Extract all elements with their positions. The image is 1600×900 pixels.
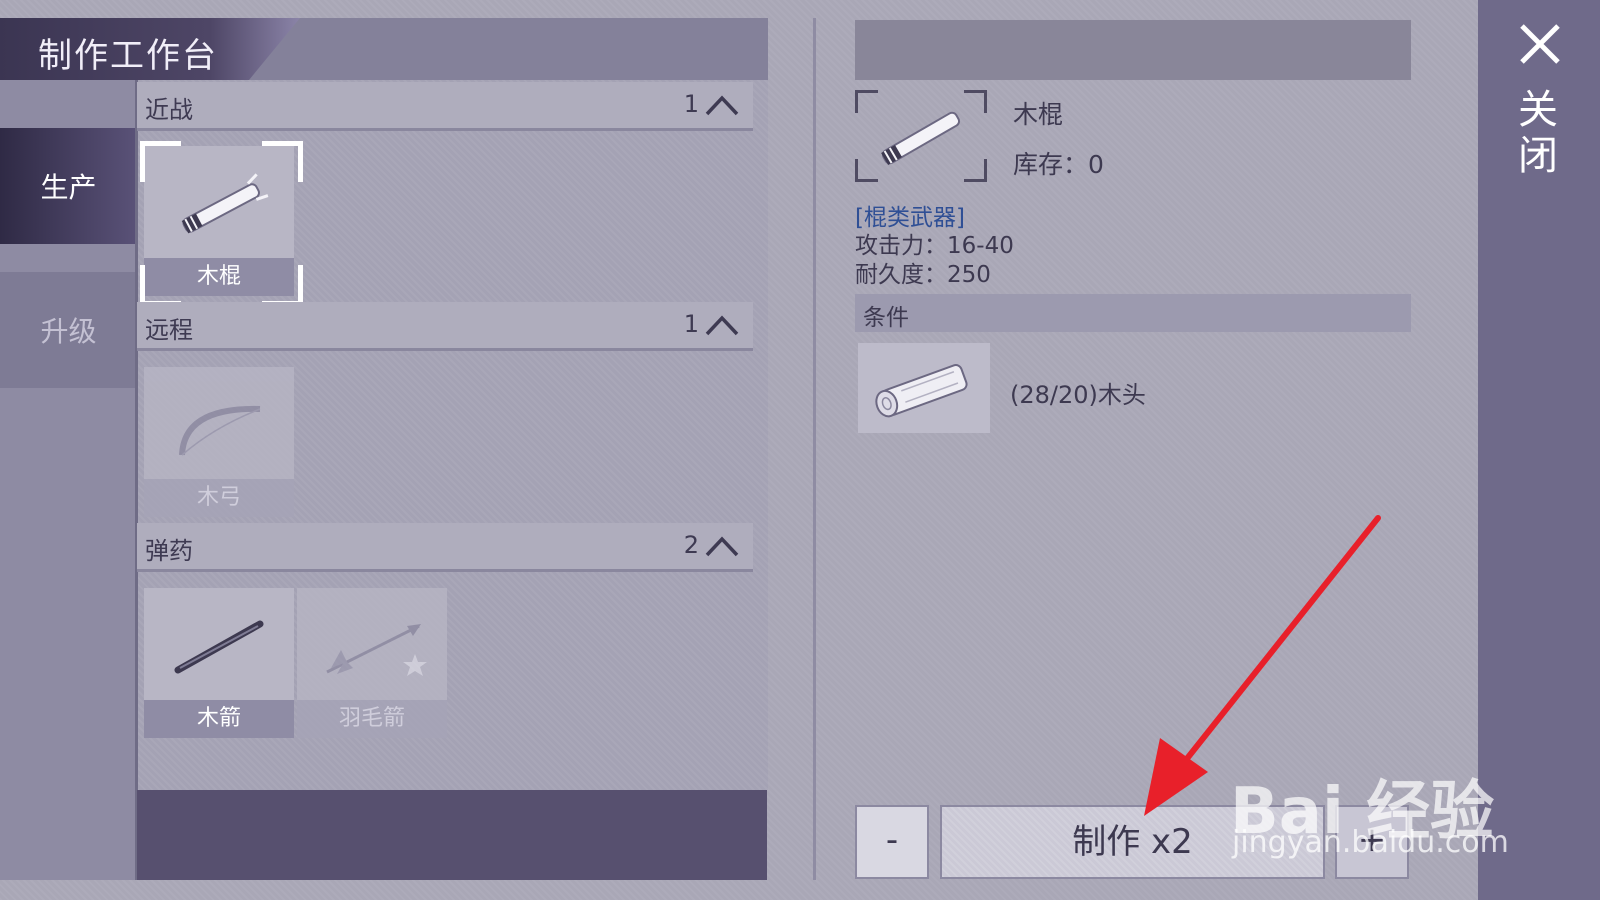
divider [135, 80, 138, 880]
recipe-item-wooden-arrow[interactable]: 木箭 [144, 588, 294, 738]
page-title: 制作工作台 [38, 36, 218, 76]
wood-log-icon [875, 364, 968, 418]
category-label: 弹药 [145, 537, 193, 565]
list-footer [137, 790, 767, 880]
category-count: 2 [683, 531, 699, 559]
chevron-up-icon[interactable] [705, 310, 739, 340]
conditions-label: 条件 [863, 305, 909, 331]
category-count: 1 [683, 90, 699, 118]
close-icon[interactable] [1516, 20, 1564, 68]
category-label: 近战 [145, 96, 193, 124]
recipe-item-label: 羽毛箭 [297, 700, 447, 738]
recipe-item-label: 木弓 [144, 479, 294, 517]
detail-item-icon-frame [855, 90, 987, 182]
material-card[interactable] [858, 343, 990, 433]
recipe-item-label: 木箭 [144, 700, 294, 738]
chevron-up-icon[interactable] [705, 90, 739, 120]
close-label[interactable]: 关闭 [1511, 88, 1563, 180]
material-requirement: (28/20)木头 [1010, 381, 1146, 409]
detail-header-bar [855, 20, 1411, 80]
wooden-stick-icon [881, 111, 961, 166]
wooden-bow-icon [179, 405, 261, 456]
category-header-ammo[interactable]: 弹药 2 [137, 523, 753, 572]
category-header-melee[interactable]: 近战 1 [137, 82, 753, 131]
selection-bracket [262, 265, 303, 306]
recipe-item-feather-arrow[interactable]: 羽毛箭 [297, 588, 447, 738]
sidebar-item-production[interactable]: 生产 [0, 128, 137, 244]
wooden-arrow-icon [174, 620, 264, 674]
recipe-item-wooden-bow[interactable]: 木弓 [144, 367, 294, 517]
selection-bracket [140, 141, 181, 182]
chevron-up-icon[interactable] [705, 531, 739, 561]
selection-bracket [140, 265, 181, 306]
panel-divider [813, 18, 816, 880]
detail-item-stock: 库存：0 [1013, 150, 1104, 179]
feather-arrow-icon [326, 624, 427, 676]
category-count: 1 [683, 310, 699, 338]
decrease-quantity-button[interactable]: - [855, 805, 929, 879]
conditions-header: 条件 [855, 294, 1411, 332]
category-header-ranged[interactable]: 远程 1 [137, 302, 753, 351]
detail-durability: 耐久度：250 [855, 262, 991, 288]
selection-bracket [262, 141, 303, 182]
watermark-url: jingyan.baidu.com [1232, 825, 1509, 860]
sidebar-item-upgrade[interactable]: 升级 [0, 272, 137, 388]
detail-item-name: 木棍 [1013, 100, 1064, 129]
category-label: 远程 [145, 316, 193, 344]
